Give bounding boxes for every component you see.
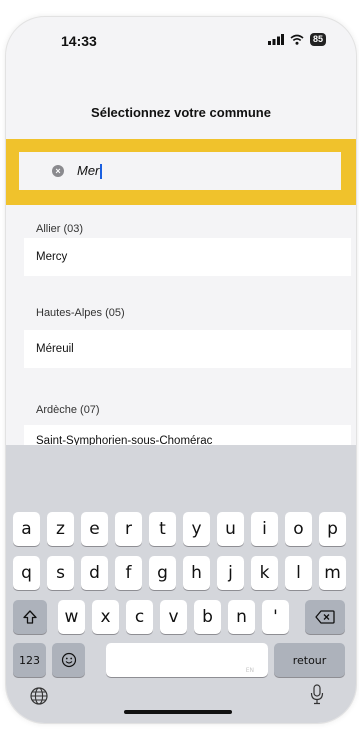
emoji-key[interactable] bbox=[52, 643, 85, 677]
key-e[interactable]: e bbox=[81, 512, 108, 546]
key-w[interactable]: w bbox=[58, 600, 85, 634]
key-m[interactable]: m bbox=[319, 556, 346, 590]
key-h[interactable]: h bbox=[183, 556, 210, 590]
wifi-icon bbox=[290, 34, 304, 45]
key-l[interactable]: l bbox=[285, 556, 312, 590]
return-key[interactable]: retour bbox=[274, 643, 345, 677]
key-c[interactable]: c bbox=[126, 600, 153, 634]
phone-screen: 14:33 85 Sélectionnez votre commune × Me… bbox=[5, 16, 357, 724]
status-bar: 14:33 85 bbox=[6, 17, 356, 67]
microphone-icon[interactable] bbox=[309, 684, 325, 711]
keyboard: a z e r t y u i o p q s d f g h j k l m … bbox=[6, 445, 356, 723]
key-j[interactable]: j bbox=[217, 556, 244, 590]
key-x[interactable]: x bbox=[92, 600, 119, 634]
key-y[interactable]: y bbox=[183, 512, 210, 546]
signal-icon bbox=[267, 34, 284, 45]
key-r[interactable]: r bbox=[115, 512, 142, 546]
key-a[interactable]: a bbox=[13, 512, 40, 546]
key-b[interactable]: b bbox=[194, 600, 221, 634]
backspace-key[interactable] bbox=[305, 600, 345, 634]
search-value: Mer bbox=[77, 163, 102, 180]
section-header-hautes-alpes: Hautes-Alpes (05) bbox=[36, 307, 125, 319]
list-item-mereuil[interactable]: Méreuil bbox=[24, 330, 351, 368]
text-cursor bbox=[100, 164, 102, 180]
key-o[interactable]: o bbox=[285, 512, 312, 546]
backspace-icon bbox=[315, 610, 335, 624]
space-key[interactable]: EN bbox=[106, 643, 268, 677]
space-hint: EN bbox=[245, 667, 254, 674]
key-t[interactable]: t bbox=[149, 512, 176, 546]
page-title: Sélectionnez votre commune bbox=[91, 105, 271, 120]
key-i[interactable]: i bbox=[251, 512, 278, 546]
home-indicator[interactable] bbox=[124, 710, 232, 714]
search-input[interactable]: × Mer bbox=[19, 152, 341, 190]
status-time: 14:33 bbox=[61, 33, 97, 49]
key-p[interactable]: p bbox=[319, 512, 346, 546]
section-header-ardeche: Ardèche (07) bbox=[36, 404, 100, 416]
section-header-allier: Allier (03) bbox=[36, 223, 84, 235]
key-n[interactable]: n bbox=[228, 600, 255, 634]
list-item-mercy[interactable]: Mercy bbox=[24, 238, 351, 276]
key-k[interactable]: k bbox=[251, 556, 278, 590]
key-v[interactable]: v bbox=[160, 600, 187, 634]
shift-key[interactable] bbox=[13, 600, 47, 634]
key-s[interactable]: s bbox=[47, 556, 74, 590]
emoji-icon bbox=[61, 652, 76, 668]
key-apostrophe[interactable]: ' bbox=[262, 600, 289, 634]
shift-icon bbox=[23, 610, 37, 624]
key-u[interactable]: u bbox=[217, 512, 244, 546]
key-f[interactable]: f bbox=[115, 556, 142, 590]
key-z[interactable]: z bbox=[47, 512, 74, 546]
numbers-key[interactable]: 123 bbox=[13, 643, 46, 677]
key-g[interactable]: g bbox=[149, 556, 176, 590]
status-icons: 85 bbox=[267, 33, 326, 46]
key-q[interactable]: q bbox=[13, 556, 40, 590]
globe-icon[interactable] bbox=[29, 686, 49, 711]
battery-icon: 85 bbox=[309, 33, 326, 46]
key-d[interactable]: d bbox=[81, 556, 108, 590]
clear-icon[interactable]: × bbox=[52, 165, 64, 177]
